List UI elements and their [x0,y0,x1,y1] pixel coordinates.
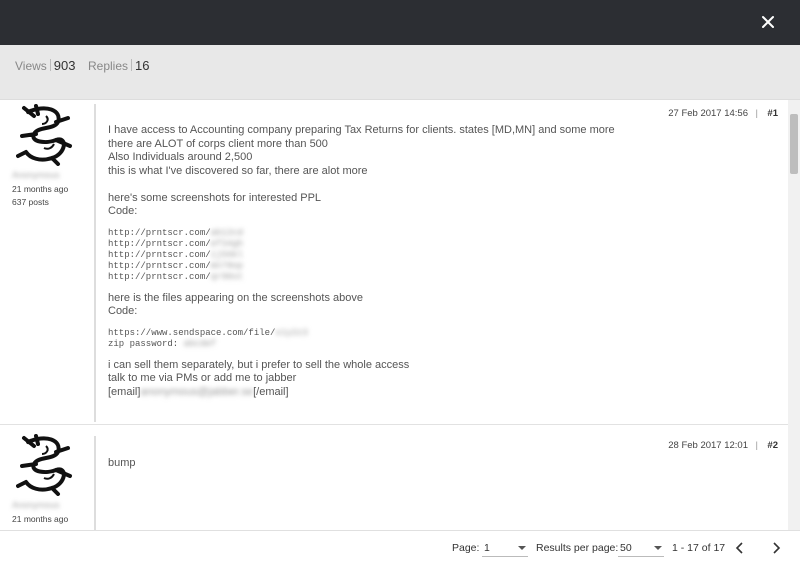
caret-down-icon [654,546,662,550]
post: Anonymous 21 months ago 637 posts 27 Feb… [0,100,788,425]
redacted-text: qr90st [210,271,244,282]
post-text-line: here's some screenshots for interested P… [108,191,322,204]
code-text: http://prntscr.com/ [108,227,211,238]
replies-count: 16 [135,58,150,73]
chevron-right-icon [773,542,781,554]
replies-stat: Replies 16 [88,58,150,73]
code-text: http://prntscr.com/ [108,238,211,249]
post-divider [94,104,96,422]
post-separator: | [755,440,758,451]
redacted-text: abcdef [183,338,217,349]
chevron-left-icon [735,542,743,554]
post-text-line [108,178,615,192]
post-text-line: here is the files appearing on the scree… [108,291,363,304]
results-per-page-select[interactable]: 50 [618,539,664,557]
close-icon [762,16,774,28]
author-post-count: 637 posts [12,197,49,207]
post-text-line: there are ALOT of corps client more than… [108,137,328,150]
code-text: zip password: [108,338,184,349]
code-label: Code: [108,305,138,317]
code-label: Code: [108,205,138,217]
post-text-line: I have access to Accounting company prep… [108,124,615,136]
post-number[interactable]: #1 [767,108,778,119]
code-text: https://www.sendspace.com/file/ [108,327,276,338]
code-line: zip password: abcdef [108,339,615,350]
replies-label: Replies [88,59,129,73]
redacted-text: ef34gh [210,238,244,249]
code-line: http://prntscr.com/ef34gh [108,239,615,250]
views-stat: Views 903 [15,58,76,73]
post-text-line: Also Individuals around 2,500 [108,151,253,163]
post-text-line: i can sell them separately, but i prefer… [108,358,410,371]
redacted-text: ab12cd [210,227,244,238]
code-line: http://prntscr.com/ab12cd [108,228,615,239]
pagination-bar: Page: 1 Results per page: 50 1 - 17 of 1… [0,530,800,565]
scrollbar[interactable] [788,100,800,530]
post-date: 28 Feb 2017 12:01 [668,440,748,451]
post-body: I have access to Accounting company prep… [108,124,615,399]
results-per-page-label: Results per page: [536,542,619,554]
redacted-text: mn78op [210,260,244,271]
author-joined: 21 months ago [12,184,69,194]
modal-header [0,0,800,45]
page-label: Page: [452,542,480,554]
post-text-line: this is what I've discovered so far, the… [108,164,368,177]
author-name[interactable]: Anonymous [12,500,60,510]
redacted-text: x1y2z3 [275,327,308,338]
post-divider [94,436,96,530]
page-select[interactable]: 1 [482,539,528,557]
page-select-value: 1 [484,542,490,554]
post: Anonymous 21 months ago 28 Feb 2017 12:0… [0,426,788,530]
email-tag-open: [email] [108,385,141,398]
code-text: http://prntscr.com/ [108,249,211,260]
post-separator: | [755,108,758,119]
results-per-page-value: 50 [620,542,632,554]
code-text: http://prntscr.com/ [108,271,211,282]
post-text-line: talk to me via PMs or add me to jabber [108,372,297,384]
code-line: http://prntscr.com/qr90st [108,272,615,283]
code-block: https://www.sendspace.com/file/x1y2z3 zi… [108,328,615,350]
caret-down-icon [518,546,526,550]
previous-page-button[interactable] [732,539,748,557]
email-tag-close: [/email] [253,385,289,398]
author-name[interactable]: Anonymous [12,170,60,180]
code-text: http://prntscr.com/ [108,260,211,271]
author-joined: 21 months ago [12,514,69,524]
next-page-button[interactable] [768,539,784,557]
views-label: Views [15,59,47,73]
post-number[interactable]: #2 [767,440,778,451]
results-range: 1 - 17 of 17 [672,542,726,554]
scrollbar-thumb[interactable] [790,114,798,174]
views-count: 903 [53,58,76,73]
post-body: bump [108,457,136,471]
redacted-email: anonymous@jabber.se [140,385,254,398]
code-line: http://prntscr.com/mn78op [108,261,615,272]
thread-stats-bar: Views 903 Replies 16 [0,45,800,100]
avatar [16,104,72,166]
redacted-text: ij56kl [210,249,244,260]
code-block: http://prntscr.com/ab12cd http://prntscr… [108,228,615,283]
email-line: [email]anonymous@jabber.se[/email] [108,386,615,400]
close-button[interactable] [758,12,778,32]
code-line: http://prntscr.com/ij56kl [108,250,615,261]
post-text-line: bump [108,457,136,469]
code-line: https://www.sendspace.com/file/x1y2z3 [108,328,615,339]
avatar [16,434,72,496]
post-date: 27 Feb 2017 14:56 [668,108,748,119]
thread-content[interactable]: Anonymous 21 months ago 637 posts 27 Feb… [0,100,788,530]
